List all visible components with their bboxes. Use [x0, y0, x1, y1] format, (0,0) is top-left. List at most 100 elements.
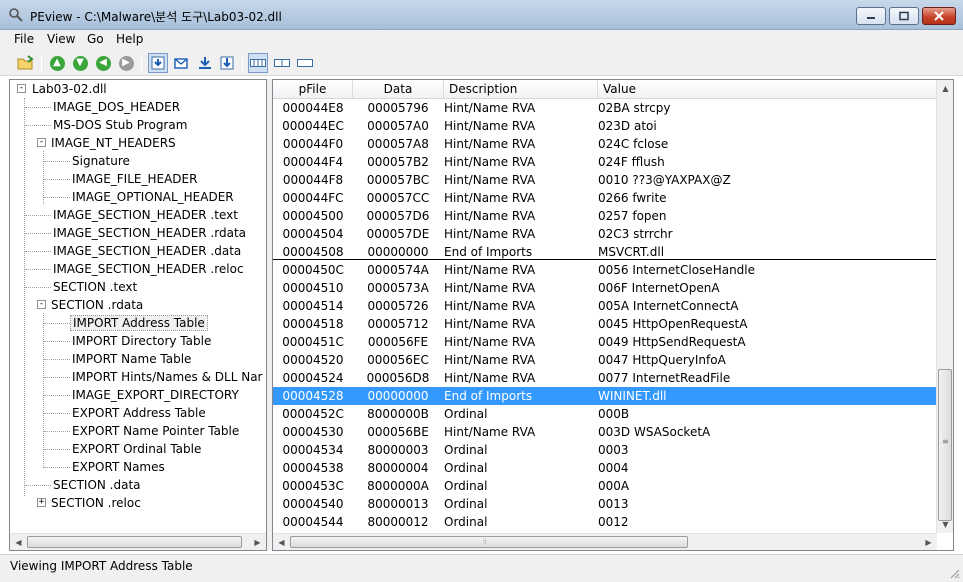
title-bar[interactable]: PEview - C:\Malware\분석 도구\Lab03-02.dll: [0, 0, 963, 30]
structure-tree[interactable]: - Lab03-02.dll IMAGE_DOS_HEADER MS-DOS S…: [9, 79, 267, 551]
scroll-left-icon[interactable]: ◀: [10, 534, 27, 550]
table-row[interactable]: 00004514 00005726 Hint/Name RVA 005A Intern…: [273, 297, 937, 315]
scrollbar-thumb[interactable]: ≡: [938, 369, 952, 521]
table-row[interactable]: 0000453C 8000000A Ordinal 000A: [273, 477, 937, 495]
tree-item-label: Signature: [72, 154, 130, 168]
scrollbar-thumb[interactable]: [27, 536, 242, 548]
resize-grip-icon[interactable]: [948, 567, 960, 579]
scroll-right-icon[interactable]: ▶: [920, 534, 937, 550]
table-row[interactable]: 000044EC 000057A0 Hint/Name RVA 023D atoi: [273, 117, 937, 135]
table-row[interactable]: 00004500 000057D6 Hint/Name RVA 0257 fopen: [273, 207, 937, 225]
list-horizontal-scrollbar[interactable]: ◀ ⦙⦙ ▶: [273, 533, 937, 550]
column-header-data[interactable]: Data: [353, 80, 444, 99]
table-row[interactable]: 0000450C 0000574A Hint/Name RVA 0056 Intern…: [273, 261, 937, 279]
table-row[interactable]: 0000452C 8000000B Ordinal 000B: [273, 405, 937, 423]
tree-item-export-names[interactable]: EXPORT Names: [70, 458, 167, 476]
view-import-icon[interactable]: [195, 53, 215, 73]
tree-horizontal-scrollbar[interactable]: ◀ ▶: [10, 533, 266, 550]
tree-item-section-header-text[interactable]: IMAGE_SECTION_HEADER .text: [51, 206, 240, 224]
tree-item-section-text[interactable]: SECTION .text: [51, 278, 139, 296]
column-header-description[interactable]: Description: [444, 80, 598, 99]
collapse-icon[interactable]: -: [37, 300, 46, 309]
tree-item-export-ordinal-table[interactable]: EXPORT Ordinal Table: [70, 440, 203, 458]
maximize-button[interactable]: [889, 7, 919, 25]
view-mail-icon[interactable]: [171, 53, 191, 73]
tree-item-export-address-table[interactable]: EXPORT Address Table: [70, 404, 208, 422]
tree-item-image-nt-headers[interactable]: - IMAGE_NT_HEADERS: [32, 134, 178, 152]
tree-item-section-reloc[interactable]: + SECTION .reloc: [32, 494, 143, 512]
go-forward-icon[interactable]: ▶: [116, 53, 136, 73]
table-row[interactable]: 00004504 000057DE Hint/Name RVA 02C3 strrch…: [273, 225, 937, 243]
table-row[interactable]: 000044F0 000057A8 Hint/Name RVA 024C fclose: [273, 135, 937, 153]
table-row[interactable]: 000044F4 000057B2 Hint/Name RVA 024F fflush: [273, 153, 937, 171]
menu-go[interactable]: Go: [87, 32, 104, 46]
tree-item-section-header-rdata[interactable]: IMAGE_SECTION_HEADER .rdata: [51, 224, 248, 242]
list-vertical-scrollbar[interactable]: ▲ ≡ ▼: [936, 80, 953, 533]
view-down-icon[interactable]: [148, 53, 168, 73]
go-up-icon[interactable]: ▲: [47, 53, 67, 73]
view-word-icon[interactable]: [272, 53, 292, 73]
tree-item-signature[interactable]: Signature: [70, 152, 132, 170]
table-row[interactable]: 00004520 000056EC Hint/Name RVA 0047 HttpQu…: [273, 351, 937, 369]
scroll-down-icon[interactable]: ▼: [937, 516, 953, 533]
table-row[interactable]: 000044F8 000057BC Hint/Name RVA 0010 ??3@YA…: [273, 171, 937, 189]
table-row[interactable]: 000044FC 000057CC Hint/Name RVA 0266 fwrite: [273, 189, 937, 207]
toolbar: ▲ ▼ ◀ ▶: [0, 50, 963, 76]
close-button[interactable]: [922, 7, 956, 25]
tree-item-section-header-reloc[interactable]: IMAGE_SECTION_HEADER .reloc: [51, 260, 246, 278]
tree-item-section-data[interactable]: SECTION .data: [51, 476, 143, 494]
tree-item-image-file-header[interactable]: IMAGE_FILE_HEADER: [70, 170, 199, 188]
cell-data: 000057DE: [366, 227, 430, 241]
tree-item-import-directory-table[interactable]: IMPORT Directory Table: [70, 332, 213, 350]
column-header-value[interactable]: Value: [598, 80, 937, 99]
cell-description: Ordinal: [444, 515, 488, 529]
tree-item-image-dos-header[interactable]: IMAGE_DOS_HEADER: [51, 98, 182, 116]
tree-item-import-address-table[interactable]: IMPORT Address Table: [70, 314, 208, 332]
collapse-icon[interactable]: -: [17, 84, 26, 93]
cell-value: 0047 HttpQueryInfoA: [598, 353, 726, 367]
table-row[interactable]: 00004524 000056D8 Hint/Name RVA 0077 Intern…: [273, 369, 937, 387]
tree-item-section-rdata[interactable]: - SECTION .rdata: [32, 296, 145, 314]
cell-value: 024C fclose: [598, 137, 669, 151]
expand-icon[interactable]: +: [37, 498, 46, 507]
tree-item-import-name-table[interactable]: IMPORT Name Table: [70, 350, 193, 368]
menu-view[interactable]: View: [47, 32, 75, 46]
scrollbar-thumb[interactable]: ⦙⦙: [290, 536, 688, 548]
tree-connector: [44, 197, 70, 198]
go-down-icon[interactable]: ▼: [70, 53, 90, 73]
scroll-left-icon[interactable]: ◀: [273, 534, 290, 550]
scroll-right-icon[interactable]: ▶: [249, 534, 266, 550]
tree-item-export-name-pointer-table[interactable]: EXPORT Name Pointer Table: [70, 422, 241, 440]
view-export-icon[interactable]: [217, 53, 237, 73]
view-byte-icon[interactable]: [248, 53, 268, 73]
tree-root[interactable]: - Lab03-02.dll: [12, 80, 109, 98]
table-row[interactable]: 00004538 80000004 Ordinal 0004: [273, 459, 937, 477]
collapse-icon[interactable]: -: [37, 138, 46, 147]
tree-item-ms-dos-stub[interactable]: MS-DOS Stub Program: [51, 116, 189, 134]
tree-item-section-header-data[interactable]: IMAGE_SECTION_HEADER .data: [51, 242, 243, 260]
menu-help[interactable]: Help: [116, 32, 143, 46]
tree-item-label: IMPORT Directory Table: [72, 334, 212, 348]
tree-item-import-hints-names[interactable]: IMPORT Hints/Names & DLL Nar: [70, 368, 264, 386]
table-row[interactable]: 00004544 80000012 Ordinal 0012: [273, 513, 937, 531]
table-row[interactable]: 0000451C 000056FE Hint/Name RVA 0049 HttpSe…: [273, 333, 937, 351]
cell-value: 003D WSASocketA: [598, 425, 711, 439]
minimize-button[interactable]: [856, 7, 886, 25]
column-header-pfile[interactable]: pFile: [273, 80, 353, 99]
table-row[interactable]: 00004540 80000013 Ordinal 0013: [273, 495, 937, 513]
scroll-up-icon[interactable]: ▲: [937, 80, 953, 97]
open-folder-icon[interactable]: [16, 53, 36, 73]
table-row[interactable]: 00004510 0000573A Hint/Name RVA 006F Intern…: [273, 279, 937, 297]
tree-item-image-optional-header[interactable]: IMAGE_OPTIONAL_HEADER: [70, 188, 236, 206]
menu-file[interactable]: File: [14, 32, 34, 46]
go-back-icon[interactable]: ◀: [93, 53, 113, 73]
table-row[interactable]: 00004518 00005712 Hint/Name RVA 0045 HttpOp…: [273, 315, 937, 333]
table-row[interactable]: 00004530 000056BE Hint/Name RVA 003D WSASoc…: [273, 423, 937, 441]
view-dword-icon[interactable]: [295, 53, 315, 73]
table-row-selected[interactable]: 00004528 00000000 End of Imports WININET.dl…: [273, 387, 937, 405]
table-row[interactable]: 000044E8 00005796 Hint/Name RVA 02BA strcpy: [273, 99, 937, 117]
tree-item-image-export-directory[interactable]: IMAGE_EXPORT_DIRECTORY: [70, 386, 241, 404]
table-row[interactable]: 00004534 80000003 Ordinal 0003: [273, 441, 937, 459]
data-list-view[interactable]: pFile Data Description Value 000044E8 000…: [272, 79, 954, 551]
cell-value: 0003: [598, 443, 629, 457]
